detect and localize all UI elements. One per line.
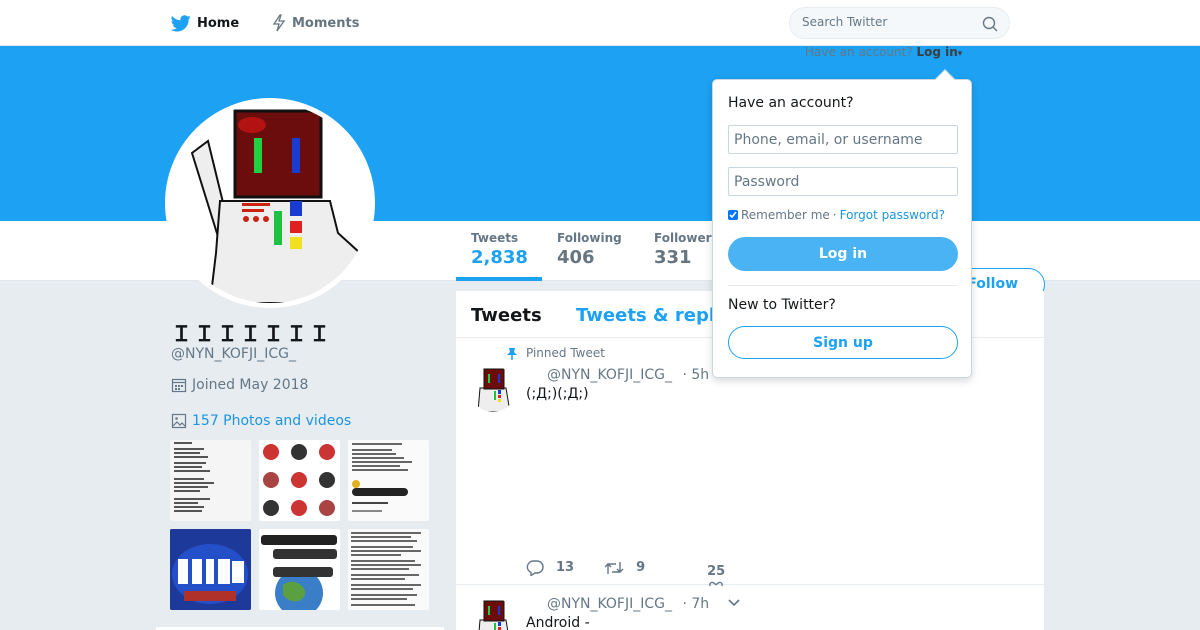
text-screenshot-image [174,442,214,512]
caret-down-icon: ▾ [957,49,963,59]
photo-thumbnail[interactable] [170,440,251,521]
sticker-grid-image [263,444,335,516]
photos-videos-link[interactable]: 157 Photos and videos [171,413,351,429]
remember-row: Remember me · Forgot password? [728,208,945,222]
logo-image [170,529,251,610]
reply-count: 13 [556,560,575,575]
tweet-avatar[interactable] [470,598,516,630]
signup-button[interactable]: Sign up [728,326,958,359]
pinned-label: Pinned Tweet [526,346,605,360]
retweet-action[interactable]: 9 [604,560,645,576]
joined-date: Joined May 2018 [171,377,308,393]
robot-avatar-image [170,103,370,303]
image-icon [171,413,187,429]
tweet-screenshot-image [352,443,412,512]
divider [728,285,958,286]
lightning-icon [272,14,286,32]
stat-followers[interactable]: Followers 331 [654,231,719,268]
active-tab-indicator [456,277,542,281]
stat-value: 2,838 [471,247,528,268]
like-action[interactable]: 25 [707,564,725,587]
tweet-time[interactable]: · 7h [682,596,709,612]
photo-thumbnail[interactable] [259,440,340,521]
login-button[interactable]: Log in [728,237,958,271]
profile-avatar[interactable] [165,98,375,308]
tweet-item[interactable]: @NYN_KOFJI_ICG_ · 7h Android - [456,585,1044,630]
stat-label: Tweets [471,231,519,245]
tweet-avatar[interactable] [470,366,516,412]
stat-tweets[interactable]: Tweets 2,838 [471,231,528,268]
tweet-time[interactable]: · 5h [682,367,709,383]
nav-moments[interactable]: Moments [272,12,359,34]
login-prompt: Have an account? Log in▾ [805,45,962,59]
tweet-handle[interactable]: @NYN_KOFJI_ICG_ [547,367,672,383]
profile-handle[interactable]: @NYN_KOFJI_ICG_ [171,346,296,362]
tweet-text: (;Д;)(;Д;) [526,386,589,402]
twitter-bird-icon [171,14,191,31]
like-count: 25 [707,564,726,579]
stat-label: Followers [654,231,719,245]
robot-avatar-image [470,366,516,412]
remember-checkbox[interactable] [728,210,738,220]
retweet-count: 9 [636,560,646,575]
tweet-header: @NYN_KOFJI_ICG_ · 5h [547,367,709,383]
photo-thumbnail[interactable] [348,529,429,610]
photo-thumbnail[interactable] [259,529,340,610]
photo-thumbnail[interactable] [170,529,251,610]
tab-tweets[interactable]: Tweets [471,305,542,326]
forgot-password-link[interactable]: Forgot password? [840,208,945,222]
photos-link-label: 157 Photos and videos [192,413,352,429]
globe-screenshot-image [261,535,337,610]
stat-following[interactable]: Following 406 [557,231,622,268]
robot-avatar-image [470,598,516,630]
nav-home-label: Home [197,15,240,31]
have-account-text: Have an account? [805,45,913,59]
tweet-actions: 13 9 25 [526,556,725,587]
long-text-image [351,532,421,606]
reply-action[interactable]: 13 [526,559,575,576]
calendar-icon [171,378,187,393]
new-to-twitter-text: New to Twitter? [728,297,836,313]
joined-text: Joined May 2018 [192,377,309,393]
tweet-text: Android - [526,615,590,630]
password-input[interactable] [728,167,958,196]
tweet-handle[interactable]: @NYN_KOFJI_ICG_ [547,596,672,612]
dropdown-title: Have an account? [728,95,854,111]
separator: · [832,208,837,222]
login-toggle[interactable]: Log in▾ [916,45,962,59]
chevron-down-icon[interactable] [728,599,740,607]
pin-icon [507,347,517,360]
tweet-header: @NYN_KOFJI_ICG_ · 7h [547,596,709,612]
top-nav: Home Moments [0,0,1200,46]
search-icon[interactable] [982,16,998,32]
stat-value: 331 [654,247,692,268]
search-box[interactable] [789,7,1010,39]
reply-icon [526,559,544,576]
nav-home[interactable]: Home [171,12,239,34]
stat-label: Following [557,231,622,245]
stat-value: 406 [557,247,595,268]
login-dropdown: Have an account? Remember me · Forgot pa… [712,79,972,378]
nav-moments-label: Moments [292,15,360,31]
search-input[interactable] [802,15,972,29]
pinned-indicator: Pinned Tweet [506,346,605,360]
retweet-icon [604,561,624,574]
remember-label[interactable]: Remember me [741,208,830,222]
username-input[interactable] [728,125,958,154]
photo-thumbnail[interactable] [348,440,429,521]
profile-name[interactable]: ＩＩＩＩＩＩＩ [171,318,332,348]
